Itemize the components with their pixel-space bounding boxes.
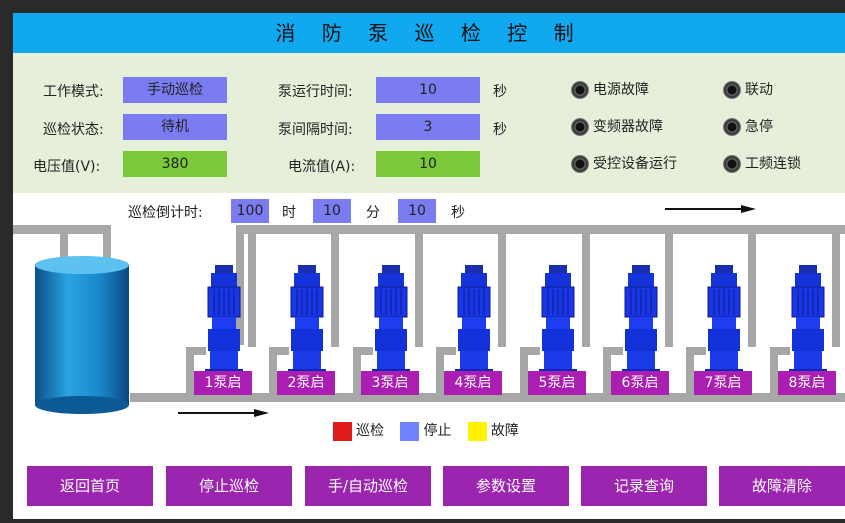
voltage-value: 380 <box>123 151 227 177</box>
pump-run-time-value[interactable]: 10 <box>376 77 480 103</box>
pump-outlet-pipe <box>498 225 506 347</box>
flow-direction-arrow-icon <box>665 205 756 213</box>
indicator-label: 工频连锁 <box>745 156 801 172</box>
pump-start-label[interactable]: 5泵启 <box>528 371 586 395</box>
pump-unit: 8泵启 <box>770 225 840 401</box>
indicator-linkage: 联动 <box>723 79 773 99</box>
indicator-lamp-icon <box>723 155 741 173</box>
pump-start-label[interactable]: 4泵启 <box>444 371 502 395</box>
legend-swatch <box>400 421 420 441</box>
record-query-button[interactable]: 记录查询 <box>581 466 707 506</box>
indicator-lamp-icon <box>723 118 741 136</box>
pump-start-label[interactable]: 3泵启 <box>361 371 419 395</box>
pump-start-label[interactable]: 1泵启 <box>194 371 252 395</box>
pump-unit: 6泵启 <box>603 225 673 401</box>
indicator-inverter-fault: 变频器故障 <box>571 116 663 136</box>
legend-item-inspecting: 巡检 <box>333 421 384 441</box>
pump-unit: 1泵启 <box>186 225 256 401</box>
pump-motor-icon <box>372 265 410 375</box>
pump-interval-unit: 秒 <box>493 122 507 138</box>
pump-motor-icon <box>705 265 743 375</box>
indicator-controlled-equipment-running: 受控设备运行 <box>571 153 677 173</box>
indicator-lamp-icon <box>571 118 589 136</box>
countdown-label: 巡检倒计时: <box>128 205 203 221</box>
pump-run-time-unit: 秒 <box>493 84 507 100</box>
fault-clear-button[interactable]: 故障清除 <box>719 466 845 506</box>
water-tank-icon <box>35 256 129 414</box>
indicator-lamp-icon <box>571 155 589 173</box>
legend: 巡检 停止 故障 <box>333 420 519 441</box>
inspect-state-value: 待机 <box>123 114 227 140</box>
pump-outlet-pipe <box>665 225 673 347</box>
pump-motor-icon <box>205 265 243 375</box>
legend-swatch <box>333 421 352 441</box>
app-window: 消 防 泵 巡 检 控 制 工作模式: 手动巡检 巡检状态: 待机 电压值(V)… <box>13 13 845 519</box>
legend-label: 故障 <box>490 423 519 439</box>
pump-start-label[interactable]: 6泵启 <box>611 371 669 395</box>
indicator-label: 电源故障 <box>593 82 649 98</box>
indicator-emergency-stop: 急停 <box>723 116 773 136</box>
countdown-minutes: 10 <box>313 199 351 223</box>
indicator-power-fault: 电源故障 <box>571 79 649 99</box>
pump-outlet-pipe <box>331 225 339 347</box>
pump-unit: 7泵启 <box>686 225 756 401</box>
inspect-state-label: 巡检状态: <box>43 122 104 138</box>
indicator-label: 联动 <box>745 82 773 98</box>
countdown-hours: 100 <box>231 199 269 223</box>
current-label: 电流值(A): <box>288 159 356 175</box>
pump-outlet-pipe <box>248 225 256 347</box>
voltage-label: 电压值(V): <box>33 159 101 175</box>
work-mode-value: 手动巡检 <box>123 77 227 103</box>
pump-run-time-label: 泵运行时间: <box>278 84 353 100</box>
pump-unit: 4泵启 <box>436 225 506 401</box>
pump-interval-value[interactable]: 3 <box>376 114 480 140</box>
pump-interval-label: 泵间隔时间: <box>278 122 353 138</box>
parameter-settings-button[interactable]: 参数设置 <box>443 466 569 506</box>
pump-start-label[interactable]: 2泵启 <box>277 371 335 395</box>
pump-unit: 5泵启 <box>520 225 590 401</box>
status-panel: 工作模式: 手动巡检 巡检状态: 待机 电压值(V): 380 泵运行时间: 1… <box>13 53 845 193</box>
countdown-seconds: 10 <box>398 199 436 223</box>
page-title: 消 防 泵 巡 检 控 制 <box>13 13 845 53</box>
pump-start-label[interactable]: 8泵启 <box>778 371 836 395</box>
pump-outlet-pipe <box>748 225 756 347</box>
pump-start-label[interactable]: 7泵启 <box>694 371 752 395</box>
indicator-power-frequency-interlock: 工频连锁 <box>723 153 801 173</box>
pump-unit: 3泵启 <box>353 225 423 401</box>
countdown-minutes-unit: 分 <box>366 205 380 221</box>
indicator-label: 变频器故障 <box>593 119 663 135</box>
legend-item-stopped: 停止 <box>400 421 452 441</box>
legend-item-fault: 故障 <box>467 421 519 441</box>
stop-inspection-button[interactable]: 停止巡检 <box>166 466 292 506</box>
pump-motor-icon <box>539 265 577 375</box>
legend-label: 巡检 <box>356 423 384 439</box>
current-value: 10 <box>376 151 480 177</box>
legend-label: 停止 <box>423 423 452 439</box>
indicator-label: 受控设备运行 <box>593 156 677 172</box>
pump-motor-icon <box>789 265 827 375</box>
flow-direction-arrow-icon <box>178 409 269 417</box>
legend-swatch <box>467 421 487 441</box>
indicator-lamp-icon <box>723 81 741 99</box>
pump-outlet-pipe <box>832 225 840 347</box>
indicator-lamp-icon <box>571 81 589 99</box>
pump-outlet-pipe <box>582 225 590 347</box>
pump-motor-icon <box>288 265 326 375</box>
pump-outlet-pipe <box>415 225 423 347</box>
work-mode-label: 工作模式: <box>43 84 104 100</box>
pump-unit: 2泵启 <box>269 225 339 401</box>
pump-motor-icon <box>622 265 660 375</box>
countdown-hours-unit: 时 <box>282 205 296 221</box>
back-to-home-button[interactable]: 返回首页 <box>27 466 153 506</box>
indicator-label: 急停 <box>745 119 773 135</box>
manual-auto-inspection-button[interactable]: 手/自动巡检 <box>305 466 431 506</box>
pump-motor-icon <box>455 265 493 375</box>
countdown-seconds-unit: 秒 <box>451 205 465 221</box>
